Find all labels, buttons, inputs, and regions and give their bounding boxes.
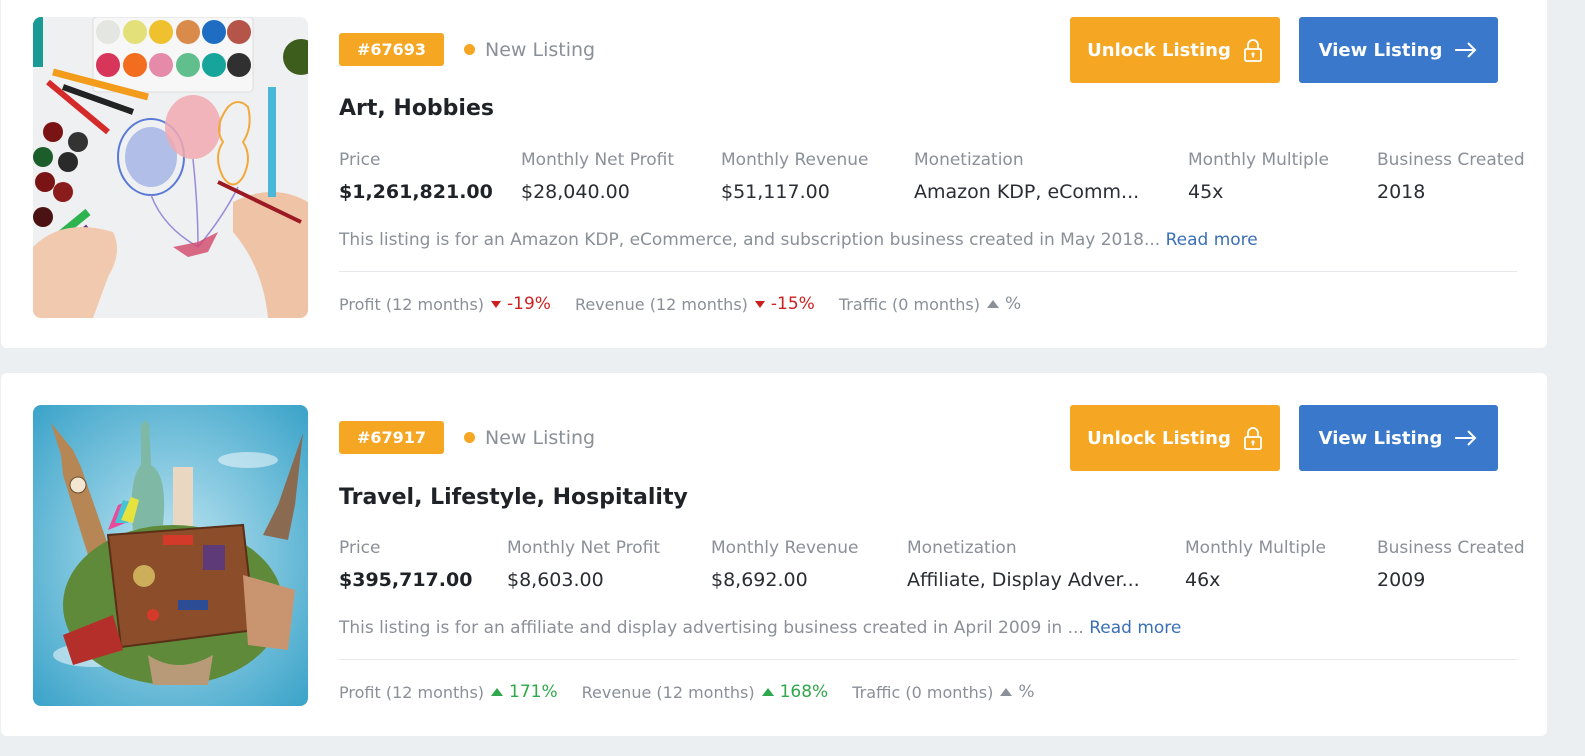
metric-monthly-multiple: Monthly Multiple 45x <box>1188 150 1329 203</box>
stat-value: % <box>1018 682 1035 702</box>
metric-label: Business Created <box>1377 538 1525 558</box>
stat-label: Profit (12 months) <box>339 294 485 314</box>
description-text: This listing is for an Amazon KDP, eComm… <box>339 230 1161 250</box>
listing-card: #67917 New Listing Travel, Lifestyle, Ho… <box>1 373 1547 736</box>
metric-value: 2018 <box>1377 181 1426 203</box>
stat-profit: Profit (12 months) -19% <box>339 294 551 314</box>
metric-value: $51,117.00 <box>721 181 830 203</box>
view-listing-button[interactable]: View Listing <box>1299 405 1498 471</box>
metric-value: $395,717.00 <box>339 569 473 591</box>
stat-value: 171% <box>509 682 558 702</box>
status-dot-icon <box>464 432 475 443</box>
status-label: New Listing <box>485 38 596 61</box>
metric-monthly-revenue: Monthly Revenue $51,117.00 <box>721 150 869 203</box>
metric-label: Price <box>339 150 381 170</box>
metric-price: Price $1,261,821.00 <box>339 150 493 203</box>
listing-title[interactable]: Travel, Lifestyle, Hospitality <box>339 485 688 510</box>
metric-price: Price $395,717.00 <box>339 538 472 591</box>
stat-revenue: Revenue (12 months) 168% <box>582 682 829 702</box>
status-dot-icon <box>464 44 475 55</box>
travel-lifestyle-image <box>33 405 308 706</box>
listing-thumbnail[interactable] <box>33 405 308 706</box>
listing-stats: Profit (12 months) 171% Revenue (12 mont… <box>339 682 1059 702</box>
listing-thumbnail[interactable] <box>33 17 308 318</box>
stat-label: Traffic (0 months) <box>852 682 994 702</box>
divider <box>339 271 1517 272</box>
stat-traffic: Traffic (0 months) % <box>839 294 1021 314</box>
triangle-up-icon <box>1000 688 1013 696</box>
stat-value: -15% <box>770 294 815 314</box>
triangle-up-icon <box>987 300 999 308</box>
metric-value: 45x <box>1188 181 1224 203</box>
metric-label: Monthly Net Profit <box>521 150 675 170</box>
metric-monthly-net-profit: Monthly Net Profit $28,040.00 <box>521 150 674 203</box>
listing-description: This listing is for an Amazon KDP, eComm… <box>339 230 1258 250</box>
listing-list: #67693 New Listing Art, Hobbies Unlock L… <box>0 0 1585 756</box>
listing-card: #67693 New Listing Art, Hobbies Unlock L… <box>1 0 1547 348</box>
metric-value: 46x <box>1185 569 1221 591</box>
metric-value: Affiliate, Display Adver... <box>907 569 1140 591</box>
metric-monetization: Monetization Amazon KDP, eComm... <box>914 150 1139 203</box>
stat-traffic: Traffic (0 months) % <box>852 682 1034 702</box>
metric-monthly-multiple: Monthly Multiple 46x <box>1185 538 1326 591</box>
arrow-right-icon <box>1455 430 1477 446</box>
unlock-listing-label: Unlock Listing <box>1087 427 1231 449</box>
metric-value: $8,603.00 <box>507 569 604 591</box>
triangle-down-icon <box>754 300 765 308</box>
art-hobbies-image <box>33 17 308 318</box>
view-listing-button[interactable]: View Listing <box>1299 17 1498 83</box>
read-more-link[interactable]: Read more <box>1089 618 1181 638</box>
metric-value: 2009 <box>1377 569 1426 591</box>
listing-status: New Listing <box>464 33 595 66</box>
metric-label: Business Created <box>1377 150 1525 170</box>
metric-label: Monthly Multiple <box>1185 538 1326 558</box>
read-more-link[interactable]: Read more <box>1166 230 1258 250</box>
unlock-listing-button[interactable]: Unlock Listing <box>1070 17 1280 83</box>
lock-icon <box>1243 39 1262 62</box>
stat-label: Traffic (0 months) <box>838 294 980 314</box>
stat-profit: Profit (12 months) 171% <box>339 682 558 702</box>
metric-value: $1,261,821.00 <box>339 181 493 203</box>
listing-description: This listing is for an affiliate and dis… <box>339 618 1181 638</box>
stat-label: Profit (12 months) <box>339 682 485 702</box>
triangle-up-icon <box>761 688 774 696</box>
divider <box>339 659 1517 660</box>
metric-label: Monthly Revenue <box>721 150 869 170</box>
unlock-listing-label: Unlock Listing <box>1087 39 1231 61</box>
view-listing-label: View Listing <box>1318 427 1443 449</box>
metric-label: Monetization <box>914 150 1024 170</box>
metric-value: $28,040.00 <box>521 181 630 203</box>
stat-value: 168% <box>779 682 829 702</box>
metric-business-created: Business Created 2018 <box>1377 150 1525 203</box>
metric-label: Price <box>339 538 381 558</box>
unlock-listing-button[interactable]: Unlock Listing <box>1070 405 1280 471</box>
view-listing-label: View Listing <box>1318 39 1443 61</box>
metric-business-created: Business Created 2009 <box>1377 538 1525 591</box>
listing-id-badge: #67693 <box>339 33 444 66</box>
metric-label: Monthly Multiple <box>1188 150 1329 170</box>
lock-icon <box>1243 427 1262 450</box>
listing-id-badge: #67917 <box>339 421 444 454</box>
stat-label: Revenue (12 months) <box>574 294 748 314</box>
metric-value: $8,692.00 <box>711 569 808 591</box>
status-label: New Listing <box>485 426 596 449</box>
metric-monthly-net-profit: Monthly Net Profit $8,603.00 <box>507 538 660 591</box>
listing-title[interactable]: Art, Hobbies <box>339 96 494 121</box>
triangle-up-icon <box>491 688 504 696</box>
listing-stats: Profit (12 months) -19% Revenue (12 mont… <box>339 294 1045 314</box>
metric-monetization: Monetization Affiliate, Display Adver... <box>907 538 1140 591</box>
metric-label: Monthly Net Profit <box>507 538 661 558</box>
arrow-right-icon <box>1455 42 1477 58</box>
stat-value: % <box>1005 294 1022 314</box>
stat-revenue: Revenue (12 months) -15% <box>575 294 815 314</box>
metric-monthly-revenue: Monthly Revenue $8,692.00 <box>711 538 859 591</box>
stat-value: -19% <box>507 294 551 314</box>
stat-label: Revenue (12 months) <box>581 682 755 702</box>
listing-status: New Listing <box>464 421 595 454</box>
metric-value: Amazon KDP, eComm... <box>914 181 1140 203</box>
triangle-down-icon <box>491 300 502 308</box>
description-text: This listing is for an affiliate and dis… <box>339 618 1084 638</box>
metric-label: Monthly Revenue <box>711 538 859 558</box>
metric-label: Monetization <box>907 538 1017 558</box>
